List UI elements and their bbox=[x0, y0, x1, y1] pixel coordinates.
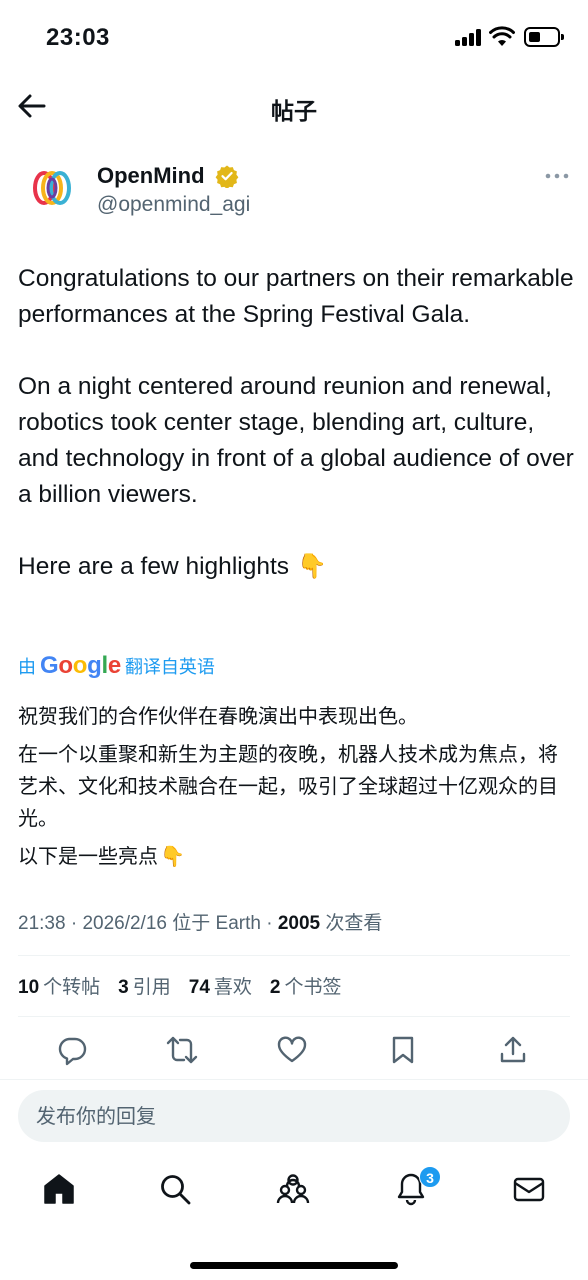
engagement-stats: 10 个转帖 3 引用 74 喜欢 2 个书签 bbox=[18, 972, 342, 999]
tweet-paragraph: On a night centered around reunion and r… bbox=[18, 373, 574, 508]
divider bbox=[0, 1079, 588, 1080]
bookmarks-label: 个书签 bbox=[284, 977, 342, 998]
google-logo: Google bbox=[40, 652, 121, 679]
battery-icon bbox=[524, 27, 564, 47]
tweet-paragraph: Congratulations to our partners on their… bbox=[18, 265, 574, 328]
divider bbox=[18, 1016, 570, 1017]
pointing-down-emoji: 👇 bbox=[297, 553, 327, 580]
cellular-signal-icon bbox=[455, 29, 483, 46]
likes-stat[interactable]: 74 喜欢 bbox=[189, 972, 252, 999]
notification-badge: 3 bbox=[419, 1166, 441, 1188]
post-location: 位于 Earth bbox=[172, 913, 261, 934]
repost-icon[interactable] bbox=[166, 1034, 198, 1066]
quotes-stat[interactable]: 3 引用 bbox=[118, 972, 171, 999]
status-bar: 23:03 bbox=[0, 0, 588, 70]
verified-badge-icon bbox=[215, 165, 239, 188]
quotes-label: 引用 bbox=[132, 977, 171, 998]
reposts-count: 10 bbox=[18, 977, 40, 998]
communities-icon[interactable] bbox=[276, 1172, 310, 1206]
translation-suffix: 翻译自英语 bbox=[124, 657, 215, 677]
messages-mail-icon[interactable] bbox=[512, 1172, 546, 1206]
home-indicator bbox=[190, 1262, 398, 1269]
tweet-text: Congratulations to our partners on their… bbox=[18, 261, 574, 585]
reposts-stat[interactable]: 10 个转帖 bbox=[18, 972, 100, 999]
translated-paragraph: 祝贺我们的合作伙伴在春晚演出中表现出色。 bbox=[18, 704, 418, 728]
like-heart-icon[interactable] bbox=[276, 1034, 308, 1066]
translated-paragraph-last: 以下是一些亮点 👇 bbox=[18, 840, 574, 872]
translation-prefix: 由 bbox=[18, 657, 36, 677]
translated-text: 祝贺我们的合作伙伴在春晚演出中表现出色。 在一个以重聚和新生为主题的夜晚，机器人… bbox=[18, 700, 574, 878]
header: 帖子 bbox=[0, 80, 588, 132]
quotes-count: 3 bbox=[118, 977, 129, 998]
bookmarks-count: 2 bbox=[269, 977, 281, 998]
search-icon[interactable] bbox=[158, 1172, 192, 1206]
tweet-paragraph-text: Here are a few highlights bbox=[18, 553, 290, 580]
reply-icon[interactable] bbox=[56, 1034, 88, 1066]
reposts-label: 个转帖 bbox=[43, 977, 101, 998]
translated-paragraph: 在一个以重聚和新生为主题的夜晚，机器人技术成为焦点，将艺术、文化和技术融合在一起… bbox=[18, 742, 558, 830]
wifi-icon bbox=[489, 26, 515, 46]
view-label: 次查看 bbox=[325, 913, 383, 934]
reply-box[interactable] bbox=[18, 1090, 570, 1142]
tweet-paragraph-last: Here are a few highlights 👇 bbox=[18, 549, 574, 585]
post-date[interactable]: 2026/2/16 bbox=[82, 913, 167, 934]
bookmark-icon[interactable] bbox=[387, 1034, 419, 1066]
divider bbox=[18, 955, 570, 956]
translated-paragraph-text: 以下是一些亮点 bbox=[18, 844, 158, 868]
bookmarks-stat[interactable]: 2 个书签 bbox=[270, 972, 342, 999]
status-time: 23:03 bbox=[46, 24, 110, 51]
likes-label: 喜欢 bbox=[213, 977, 252, 998]
post-time[interactable]: 21:38 bbox=[18, 913, 66, 934]
home-icon[interactable] bbox=[42, 1172, 76, 1206]
view-count: 2005 bbox=[277, 913, 321, 934]
action-bar bbox=[0, 1030, 588, 1070]
more-options-icon[interactable] bbox=[542, 166, 572, 186]
reply-input[interactable] bbox=[18, 1090, 570, 1142]
page-title: 帖子 bbox=[271, 98, 317, 124]
avatar[interactable] bbox=[24, 160, 80, 216]
tweet-meta: 21:38 · 2026/2/16 位于 Earth · 2005 次查看 bbox=[18, 913, 383, 934]
translation-attribution[interactable]: 由 Google 翻译自英语 bbox=[18, 652, 215, 680]
likes-count: 74 bbox=[188, 977, 210, 998]
share-icon[interactable] bbox=[497, 1034, 529, 1066]
author-name[interactable]: OpenMind bbox=[97, 163, 205, 189]
author-handle[interactable]: @openmind_agi bbox=[97, 193, 250, 217]
pointing-down-emoji: 👇 bbox=[160, 844, 185, 868]
bottom-nav bbox=[0, 1160, 588, 1220]
